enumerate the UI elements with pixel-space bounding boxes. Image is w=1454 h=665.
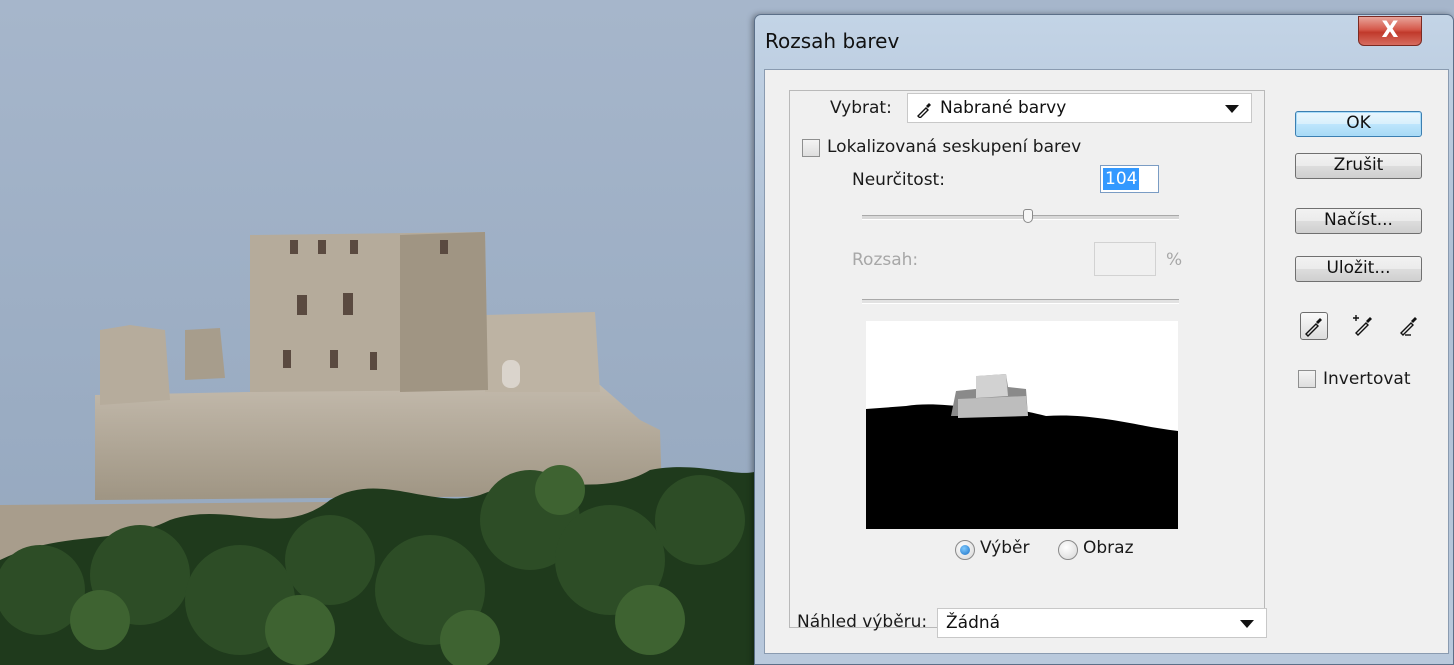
title-bar[interactable]: Rozsah barev X xyxy=(755,15,1453,69)
eyedropper-tool[interactable] xyxy=(1300,312,1328,340)
ok-button[interactable]: OK xyxy=(1295,111,1422,137)
radio-image[interactable] xyxy=(1058,540,1078,560)
load-button[interactable]: Načíst... xyxy=(1295,208,1422,234)
invert-checkbox[interactable] xyxy=(1298,370,1316,388)
chevron-down-icon xyxy=(1240,620,1254,628)
localized-clusters-label: Lokalizovaná seskupení barev xyxy=(827,137,1082,157)
save-button[interactable]: Uložit... xyxy=(1295,256,1422,282)
selection-preview-dropdown[interactable]: Žádná xyxy=(937,608,1267,638)
select-dropdown[interactable]: Nabrané barvy xyxy=(907,93,1252,123)
fuzziness-slider-track[interactable] xyxy=(862,215,1179,220)
range-label: Rozsah: xyxy=(852,250,919,270)
eyedropper-icon xyxy=(1305,318,1322,337)
chevron-down-icon xyxy=(1225,105,1239,113)
radio-image-label: Obraz xyxy=(1083,538,1134,558)
cancel-button[interactable]: Zrušit xyxy=(1295,153,1422,179)
eyedropper-add-tool[interactable] xyxy=(1351,312,1379,340)
eyedropper-plus-icon xyxy=(1353,315,1372,336)
dialog-client-area: Vybrat: Nabrané barvy Lokalizovaná sesku… xyxy=(764,69,1449,654)
selection-groupbox: Vybrat: Nabrané barvy Lokalizovaná sesku… xyxy=(789,90,1265,628)
radio-selection-label: Výběr xyxy=(980,538,1030,558)
selection-preview-value: Žádná xyxy=(946,613,1001,633)
color-range-dialog: Rozsah barev X Vybrat: Nabrané barvy Lok… xyxy=(754,14,1454,665)
close-icon: X xyxy=(1381,18,1399,43)
selection-preview xyxy=(866,321,1178,529)
range-unit: % xyxy=(1166,250,1183,270)
radio-selection[interactable] xyxy=(955,540,975,560)
fuzziness-label: Neurčitost: xyxy=(852,170,945,190)
select-value: Nabrané barvy xyxy=(940,98,1067,118)
fuzziness-slider-thumb[interactable] xyxy=(1023,209,1033,223)
range-input[interactable] xyxy=(1094,242,1156,276)
range-slider-track[interactable] xyxy=(862,299,1179,304)
dialog-title: Rozsah barev xyxy=(765,29,900,53)
close-button[interactable]: X xyxy=(1358,16,1422,46)
preview-mask-image xyxy=(866,321,1178,529)
fuzziness-input[interactable]: 104 xyxy=(1100,165,1159,193)
invert-label: Invertovat xyxy=(1323,369,1411,389)
fuzziness-value: 104 xyxy=(1103,168,1140,190)
localized-clusters-checkbox[interactable] xyxy=(802,139,820,157)
eyedropper-icon xyxy=(916,100,934,122)
selection-preview-label: Náhled výběru: xyxy=(797,612,928,632)
eyedropper-subtract-tool[interactable] xyxy=(1396,312,1424,340)
eyedropper-minus-icon xyxy=(1400,317,1417,336)
select-label: Vybrat: xyxy=(830,98,892,118)
